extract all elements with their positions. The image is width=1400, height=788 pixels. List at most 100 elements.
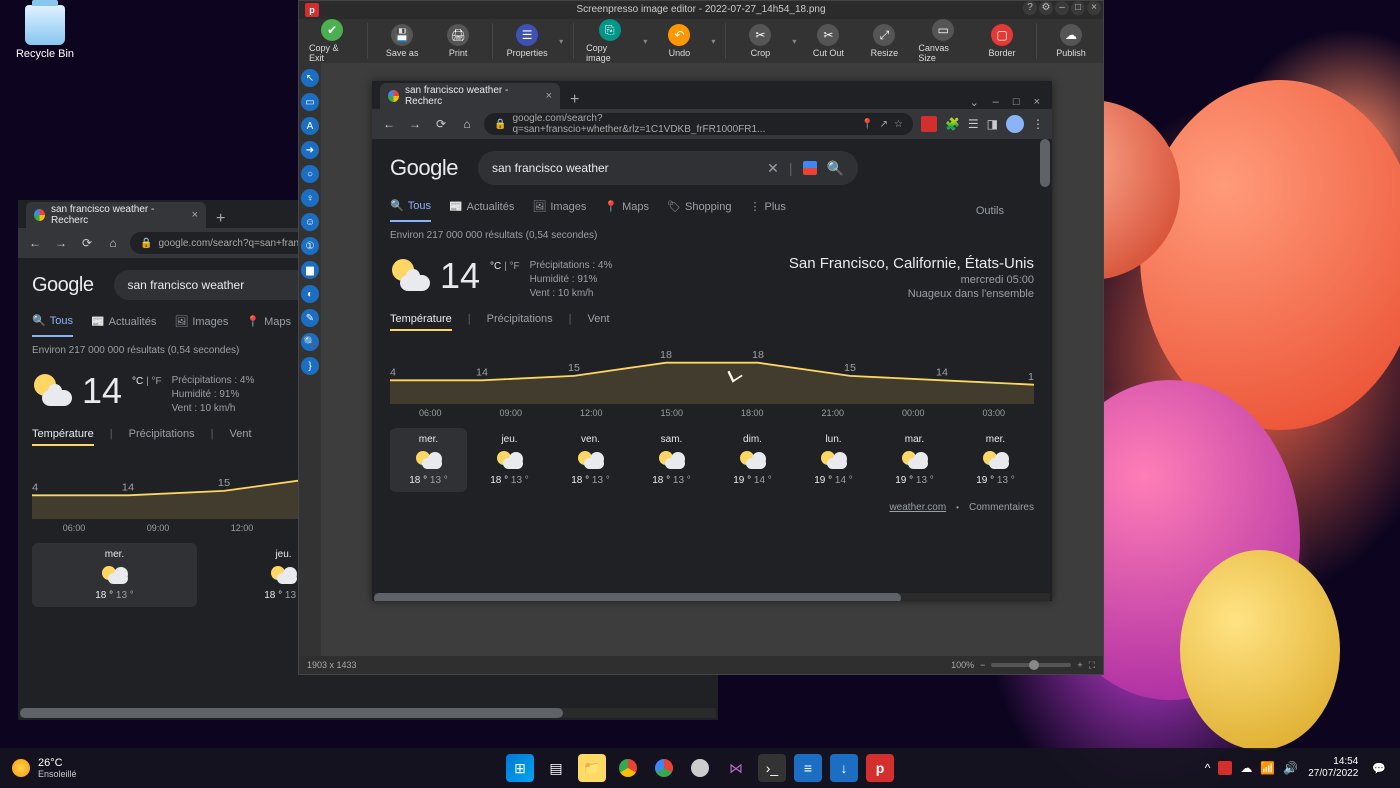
tool-number-icon[interactable]: ① [301, 237, 319, 255]
forward-button[interactable]: → [406, 117, 424, 131]
undo-button[interactable]: ↶Undo [653, 22, 705, 60]
location-permission-icon[interactable]: 📍 [861, 119, 873, 130]
reload-button[interactable]: ⟳ [78, 236, 96, 250]
copy-exit-button[interactable]: ✔Copy & Exit [305, 17, 359, 65]
screenpresso-window[interactable]: p Screenpresso image editor - 2022-07-27… [298, 0, 1104, 675]
tab-all[interactable]: 🔍Tous [32, 314, 73, 337]
minimize-icon[interactable]: – [993, 96, 999, 109]
cutout-button[interactable]: ✂Cut Out [802, 22, 854, 60]
print-button[interactable]: 🖨Print [432, 22, 484, 60]
search-box[interactable]: san francisco weather ✕ | 🔍 [478, 151, 858, 185]
terminal-button[interactable]: ›_ [758, 754, 786, 782]
ext-screenpresso-icon[interactable] [921, 116, 937, 132]
tool-pointer-icon[interactable]: ↖ [301, 69, 319, 87]
chrome-button[interactable] [614, 754, 642, 782]
vertical-scrollbar[interactable] [1040, 139, 1050, 581]
search-icon[interactable]: 🔍 [827, 160, 844, 177]
close-tab-icon[interactable]: × [546, 90, 552, 102]
address-bar[interactable]: 🔒 google.com/search?q=san+franscio+wheth… [484, 113, 913, 135]
zoom-in-button[interactable]: + [1077, 660, 1082, 670]
save-as-button[interactable]: 💾Save as [376, 22, 428, 60]
new-tab-button[interactable]: + [560, 91, 589, 109]
clear-icon[interactable]: ✕ [767, 160, 779, 177]
volume-icon[interactable]: 🔊 [1283, 761, 1298, 775]
day-card[interactable]: mer. 18 ° 13 ° [390, 428, 467, 492]
back-button[interactable]: ← [380, 117, 398, 131]
extensions-icon[interactable]: 🧩 [945, 117, 960, 131]
screenpresso-taskbar-button[interactable]: p [866, 754, 894, 782]
mic-icon[interactable] [803, 161, 817, 175]
dropdown-icon[interactable]: ▾ [790, 37, 798, 46]
google-logo[interactable]: Google [390, 155, 458, 181]
subtab-temperature[interactable]: Température [390, 313, 452, 331]
profile-avatar[interactable] [1006, 115, 1024, 133]
properties-button[interactable]: ☰Properties [501, 22, 553, 60]
horizontal-scrollbar[interactable] [374, 593, 1050, 601]
horizontal-scrollbar[interactable] [20, 708, 716, 718]
menu-icon[interactable]: ⋮ [1032, 117, 1044, 131]
border-button[interactable]: ▢Border [976, 22, 1028, 60]
close-tab-icon[interactable]: × [192, 209, 198, 221]
taskbar-weather-widget[interactable]: 26°C Ensoleillé [0, 757, 77, 779]
tab-maps[interactable]: 📍Maps [604, 200, 649, 221]
canvas-area[interactable]: san francisco weather - Recherc × + ⌄ – … [321, 63, 1103, 656]
publish-button[interactable]: ☁Publish [1045, 22, 1097, 60]
tab-news[interactable]: 📰Actualités [91, 315, 156, 336]
tool-zoom-icon[interactable]: 🔍 [301, 333, 319, 351]
home-button[interactable]: ⌂ [104, 236, 122, 250]
day-card[interactable]: mer. 19 ° 13 ° [957, 428, 1034, 492]
star-icon[interactable]: ☆ [894, 119, 903, 130]
onedrive-icon[interactable]: ☁ [1240, 761, 1252, 775]
side-panel-icon[interactable]: ◨ [987, 117, 998, 131]
windows-taskbar[interactable]: 26°C Ensoleillé ⊞ ▤ 📁 ⋈ ›_ ≡ ↓ p ^ ☁ 📶 🔊… [0, 748, 1400, 788]
tools-link[interactable]: Outils [976, 205, 1034, 217]
copy-image-button[interactable]: ⎘Copy image [582, 17, 637, 65]
day-card[interactable]: mar. 19 ° 13 ° [876, 428, 953, 492]
tab-images[interactable]: 🖼Images [174, 315, 228, 336]
close-button[interactable]: × [1087, 1, 1101, 15]
explorer-button[interactable]: 📁 [578, 754, 606, 782]
wifi-icon[interactable]: 📶 [1260, 761, 1275, 775]
recycle-bin[interactable]: Recycle Bin [10, 5, 80, 60]
tool-brace-icon[interactable]: } [301, 357, 319, 375]
subtab-wind[interactable]: Vent [588, 313, 610, 331]
feedback-link[interactable]: Commentaires [969, 502, 1034, 513]
tool-circle-icon[interactable]: ○ [301, 165, 319, 183]
tab-more[interactable]: ⋮Plus [749, 200, 785, 221]
app-button-2[interactable]: ↓ [830, 754, 858, 782]
tab-news[interactable]: 📰Actualités [449, 200, 514, 221]
chevron-down-icon[interactable]: ⌄ [970, 96, 979, 109]
home-button[interactable]: ⌂ [458, 117, 476, 131]
reload-button[interactable]: ⟳ [432, 117, 450, 131]
settings-button[interactable]: ⚙ [1039, 1, 1053, 15]
crop-button[interactable]: ✂Crop [734, 22, 786, 60]
weather-source-link[interactable]: weather.com [889, 502, 946, 513]
chrome-canary-button[interactable] [650, 754, 678, 782]
minimize-button[interactable]: – [1055, 1, 1069, 15]
day-card[interactable]: jeu. 18 ° 13 ° [471, 428, 548, 492]
tab-all[interactable]: 🔍Tous [390, 199, 431, 222]
unit-toggle[interactable]: °C | °F [132, 376, 162, 387]
visual-studio-button[interactable]: ⋈ [722, 754, 750, 782]
tab-maps[interactable]: 📍Maps [246, 315, 291, 336]
day-card[interactable]: mer. 18 ° 13 ° [32, 543, 197, 607]
day-card[interactable]: sam. 18 ° 13 ° [633, 428, 710, 492]
start-button[interactable]: ⊞ [506, 754, 534, 782]
reading-list-icon[interactable]: ☰ [968, 117, 979, 131]
subtab-wind[interactable]: Vent [230, 428, 252, 446]
tool-bulb-icon[interactable]: ♀ [301, 189, 319, 207]
back-button[interactable]: ← [26, 236, 44, 250]
chrome-tab[interactable]: san francisco weather - Recherc × [26, 202, 206, 228]
canvas-size-button[interactable]: ▭Canvas Size [914, 17, 972, 65]
tool-arrow-icon[interactable]: ➜ [301, 141, 319, 159]
subtab-precip[interactable]: Précipitations [487, 313, 553, 331]
dropdown-icon[interactable]: ▾ [557, 37, 565, 46]
tool-image-icon[interactable]: ☺ [301, 213, 319, 231]
day-card[interactable]: ven. 18 ° 13 ° [552, 428, 629, 492]
tool-blur-icon[interactable]: ◐ [301, 285, 319, 303]
help-button[interactable]: ? [1023, 1, 1037, 15]
close-icon[interactable]: × [1034, 96, 1040, 109]
day-card[interactable]: dim. 19 ° 14 ° [714, 428, 791, 492]
subtab-precip[interactable]: Précipitations [129, 428, 195, 446]
tool-pen-icon[interactable]: ✎ [301, 309, 319, 327]
